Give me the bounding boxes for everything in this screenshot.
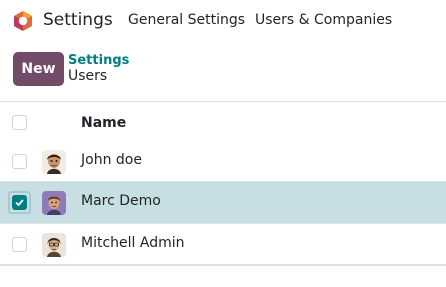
breadcrumb-current: Users [68, 68, 108, 84]
list-header: Name [0, 101, 446, 143]
user-name[interactable]: Marc Demo [81, 193, 161, 209]
odoo-logo-icon[interactable] [12, 10, 34, 32]
john-doe-avatar-icon [42, 150, 66, 174]
breadcrumb-settings-link[interactable]: Settings [68, 53, 129, 68]
menu-users-companies[interactable]: Users & Companies [255, 12, 392, 28]
top-navbar: Settings General Settings Users & Compan… [0, 0, 446, 42]
mitchell-admin-avatar-icon [42, 233, 66, 257]
user-name[interactable]: Mitchell Admin [81, 235, 185, 251]
app-title[interactable]: Settings [43, 10, 113, 30]
menu-general-settings[interactable]: General Settings [128, 12, 245, 28]
select-all-checkbox[interactable] [12, 115, 27, 130]
column-header-name[interactable]: Name [81, 115, 126, 131]
table-row[interactable]: Mitchell Admin [0, 224, 446, 265]
row-checkbox-checked[interactable] [12, 195, 27, 210]
table-row[interactable]: John doe [0, 141, 446, 182]
list-bottom-divider [0, 265, 446, 266]
table-row[interactable]: Marc Demo [0, 182, 446, 224]
user-name[interactable]: John doe [81, 152, 142, 168]
row-checkbox[interactable] [12, 237, 27, 252]
new-button[interactable]: New [13, 52, 64, 86]
marc-demo-avatar-icon [42, 191, 66, 215]
row-checkbox[interactable] [12, 154, 27, 169]
